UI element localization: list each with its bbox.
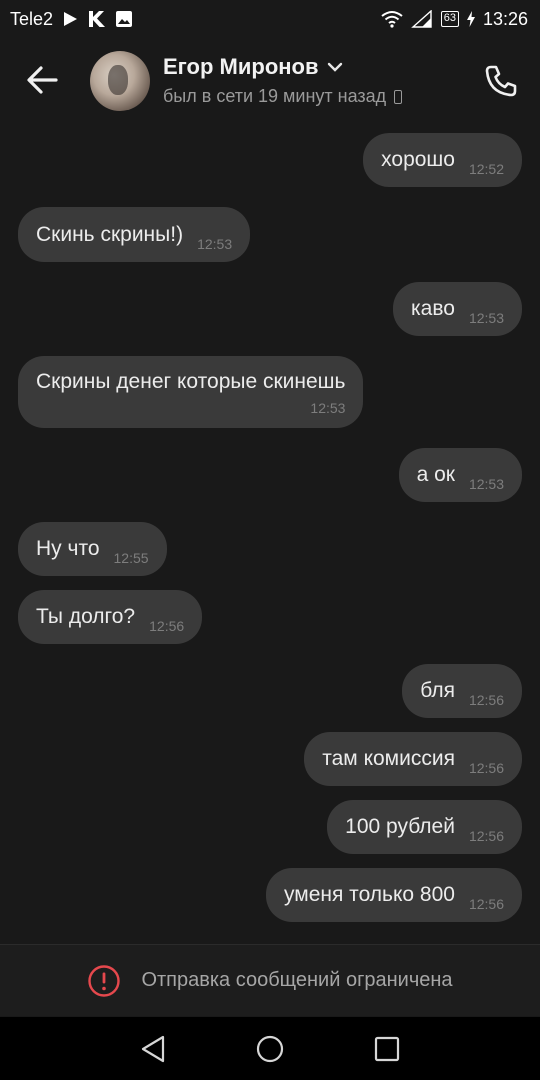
message-text: там комиссия <box>322 747 455 770</box>
avatar[interactable] <box>90 51 150 111</box>
message-bubble-outgoing[interactable]: там комиссия 12:56 <box>304 732 522 786</box>
nav-home-button[interactable] <box>252 1031 288 1067</box>
carrier-label: Tele2 <box>10 8 54 29</box>
message-time: 12:53 <box>468 310 504 326</box>
back-button[interactable] <box>22 62 62 98</box>
home-circle-icon <box>256 1035 284 1062</box>
message-time: 12:53 <box>468 476 504 492</box>
status-right: 63 13:26 <box>381 9 528 30</box>
k-app-icon <box>87 10 107 28</box>
message-bubble-incoming[interactable]: Ты долго? 12:56 <box>18 590 203 644</box>
contact-name: Егор Миронов <box>163 54 319 79</box>
message-text: Ты долго? <box>36 605 136 628</box>
message-bubble-outgoing[interactable]: бля 12:56 <box>402 664 522 718</box>
message-time: 12:56 <box>468 692 504 708</box>
phone-call-icon <box>485 65 517 97</box>
restriction-text: Отправка сообщений ограничена <box>141 969 453 991</box>
nav-recents-button[interactable] <box>369 1031 405 1067</box>
message-bubble-incoming[interactable]: Скрины денег которые скинешь 12:53 <box>18 356 364 428</box>
message-text: каво <box>411 297 455 320</box>
mobile-device-icon <box>394 89 403 104</box>
message-bubble-outgoing[interactable]: 100 рублей 12:56 <box>327 800 522 854</box>
message-bubble-outgoing[interactable]: хорошо 12:52 <box>363 133 522 187</box>
call-button[interactable] <box>482 62 520 100</box>
message-bubble-outgoing[interactable]: каво 12:53 <box>393 282 522 336</box>
message-text: а ок <box>416 463 455 486</box>
contact-info[interactable]: Егор Миронов был в сети 19 минут назад <box>163 54 403 107</box>
message-text: Скинь скрины!) <box>36 222 184 246</box>
message-bubble-incoming[interactable]: Скинь скрины!) 12:53 <box>18 207 251 262</box>
message-bubble-outgoing[interactable]: уменя только 800 12:56 <box>266 868 522 922</box>
message-time: 12:52 <box>468 161 504 177</box>
message-text: Ну что <box>36 537 100 560</box>
message-time: 12:56 <box>468 828 504 844</box>
contact-status-row: был в сети 19 минут назад <box>163 86 403 107</box>
message-text: уменя только 800 <box>284 883 455 906</box>
message-text: 100 рублей <box>345 815 455 838</box>
nav-back-button[interactable] <box>135 1031 171 1067</box>
warning-icon <box>88 964 121 997</box>
chat-header: Егор Миронов был в сети 19 минут назад <box>0 40 540 122</box>
message-list[interactable]: хорошо 12:52 Скинь скрины!) 12:53 каво 1… <box>0 122 540 942</box>
image-icon <box>115 10 133 28</box>
chevron-down-icon <box>327 62 342 72</box>
message-time: 12:55 <box>113 550 149 566</box>
back-arrow-icon <box>27 66 58 94</box>
message-text: бля <box>420 679 455 702</box>
message-time: 12:53 <box>197 235 233 252</box>
message-time: 12:53 <box>310 400 346 416</box>
wifi-icon <box>381 10 403 28</box>
message-time: 12:56 <box>149 618 185 634</box>
bolt-icon <box>466 11 475 27</box>
message-bubble-incoming[interactable]: Ну что 12:55 <box>18 522 167 576</box>
play-icon <box>61 10 79 28</box>
signal-icon <box>410 10 433 28</box>
message-time: 12:56 <box>468 896 504 912</box>
system-nav-bar <box>0 1017 540 1080</box>
message-text: хорошо <box>381 148 455 171</box>
status-clock: 13:26 <box>482 8 528 29</box>
message-time: 12:56 <box>468 760 504 776</box>
back-triangle-icon <box>142 1035 165 1062</box>
message-bubble-outgoing[interactable]: а ок 12:53 <box>398 448 522 502</box>
status-left: Tele2 <box>10 9 133 30</box>
sending-restricted-banner: Отправка сообщений ограничена <box>0 944 540 1016</box>
last-seen-status: был в сети 19 минут назад <box>163 86 387 106</box>
contact-name-row: Егор Миронов <box>163 54 402 80</box>
recents-square-icon <box>374 1036 399 1061</box>
battery-icon: 63 <box>440 11 459 27</box>
message-text: Скрины денег которые скинешь <box>36 370 346 393</box>
status-bar: Tele2 63 13:26 <box>0 0 540 38</box>
